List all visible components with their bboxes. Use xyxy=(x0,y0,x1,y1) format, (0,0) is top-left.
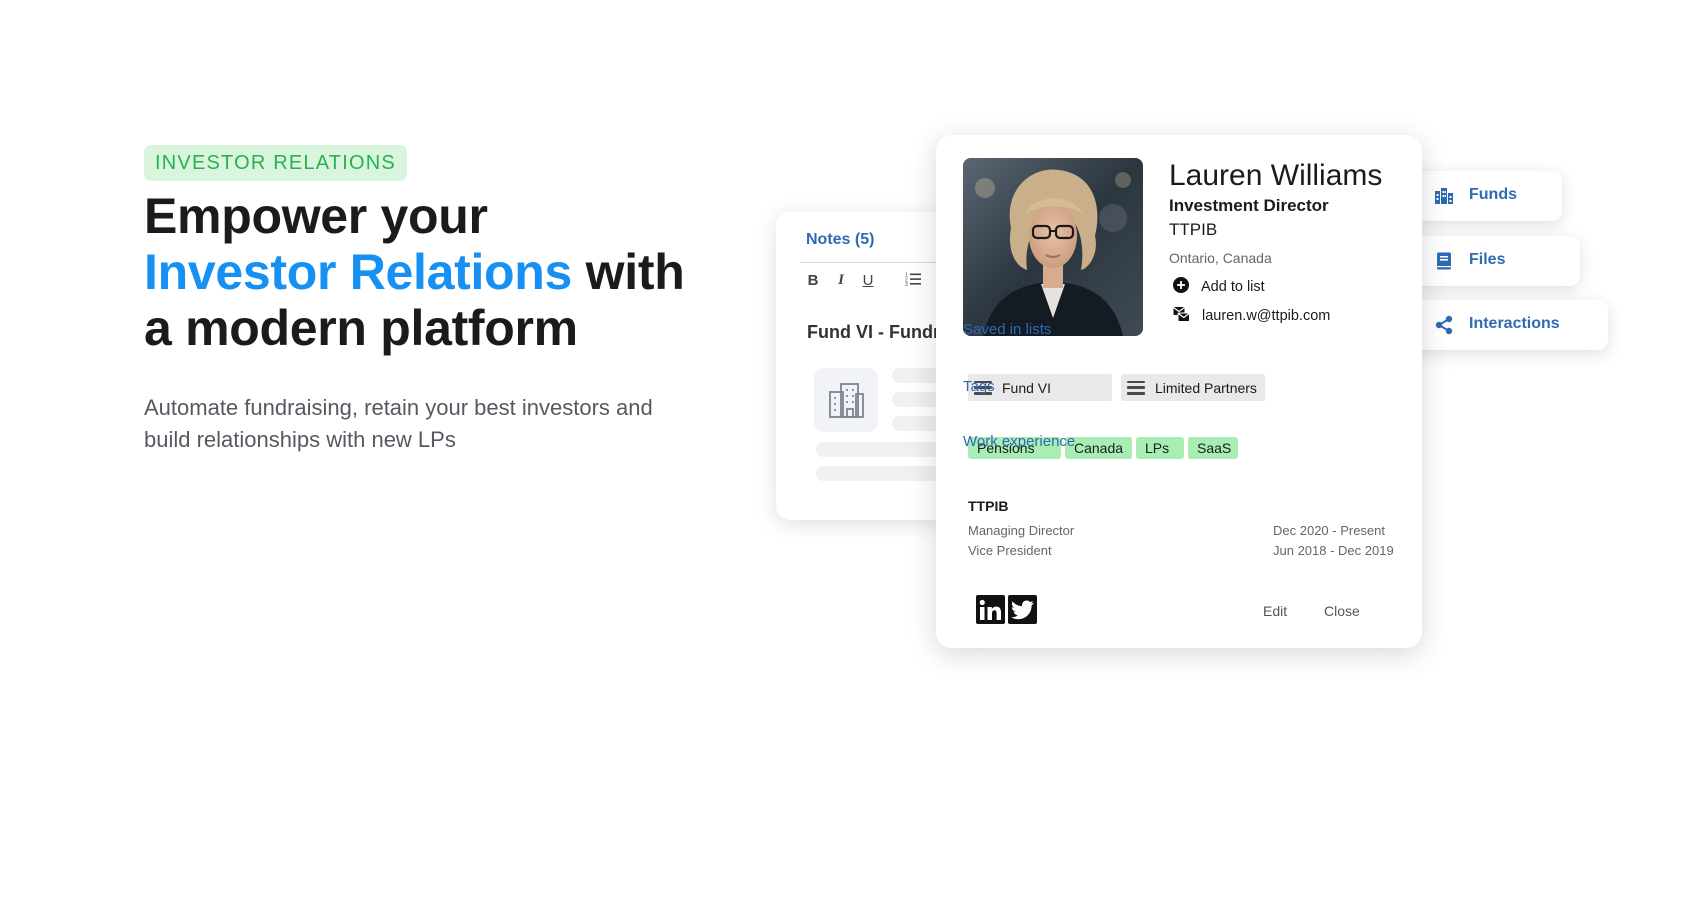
add-to-list-label: Add to list xyxy=(1201,279,1265,295)
headline-line-3: a modern platform xyxy=(144,300,578,356)
svg-text:3: 3 xyxy=(905,282,908,286)
twitter-icon[interactable] xyxy=(1008,595,1037,624)
tab-interactions-label: Interactions xyxy=(1469,315,1560,332)
list-chip-label: Limited Partners xyxy=(1155,379,1257,396)
headline: Empower your Investor Relations with a m… xyxy=(144,188,704,356)
eyebrow-badge: INVESTOR RELATIONS xyxy=(144,145,407,181)
contact-role: Investment Director xyxy=(1169,196,1329,215)
position-title: Managing Director xyxy=(968,523,1075,538)
contact-organization[interactable]: TTPIB xyxy=(1169,220,1217,240)
underline-button[interactable]: U xyxy=(859,272,877,289)
notes-divider xyxy=(800,262,956,263)
headline-line-1: Empower your xyxy=(144,188,488,244)
work-experience-label: Work experience xyxy=(963,433,1076,450)
tag-lps[interactable]: LPs xyxy=(1136,437,1184,459)
list-chip-label: Fund VI xyxy=(1002,379,1052,396)
tags-label: Tags xyxy=(963,378,995,395)
add-to-list-button[interactable]: Add to list xyxy=(1173,277,1265,297)
position-dates: Jun 2018 - Dec 2019 xyxy=(1273,543,1394,558)
tab-files-label: Files xyxy=(1469,251,1506,268)
skeleton-line xyxy=(816,466,956,481)
buildings-icon xyxy=(1434,186,1454,206)
notes-card: Notes (5) B I U 1 2 3 Fund VI - Fundrais… xyxy=(776,212,956,520)
work-experience-company: TTPIB xyxy=(968,498,1009,514)
tag-saas[interactable]: SaaS xyxy=(1188,437,1238,459)
linkedin-icon[interactable] xyxy=(976,595,1005,624)
profile-photo xyxy=(963,158,1143,336)
email-link[interactable]: lauren.w@ttpib.com xyxy=(1173,306,1330,326)
book-icon xyxy=(1434,251,1454,271)
contact-location: Ontario, Canada xyxy=(1169,250,1272,266)
skeleton-line xyxy=(816,442,956,457)
bold-button[interactable]: B xyxy=(804,272,822,289)
saved-in-lists-label: Saved in lists xyxy=(963,321,1052,338)
tab-files[interactable]: Files xyxy=(1404,236,1580,286)
close-button[interactable]: Close xyxy=(1324,603,1360,619)
contact-name: Lauren Williams xyxy=(1169,159,1383,192)
italic-button[interactable]: I xyxy=(832,272,850,289)
position-dates: Dec 2020 - Present xyxy=(1273,523,1386,538)
tab-funds-label: Funds xyxy=(1469,186,1517,203)
work-experience-row: Vice President Jun 2018 - Dec 2019 xyxy=(968,543,1394,558)
ordered-list-icon[interactable]: 1 2 3 xyxy=(904,272,922,290)
building-icon xyxy=(814,368,878,432)
tab-funds[interactable]: Funds xyxy=(1404,171,1562,221)
list-icon xyxy=(1127,380,1145,395)
note-title[interactable]: Fund VI - Fundraising xyxy=(807,322,956,343)
share-icon xyxy=(1434,315,1454,335)
headline-with: with xyxy=(572,244,685,300)
mail-icon xyxy=(1173,306,1190,326)
work-experience-row: Managing Director Dec 2020 - Present xyxy=(968,523,1394,538)
notes-title[interactable]: Notes (5) xyxy=(806,231,874,249)
position-title: Vice President xyxy=(968,543,1052,558)
edit-button[interactable]: Edit xyxy=(1263,603,1287,619)
headline-accent: Investor Relations xyxy=(144,244,573,300)
email-address: lauren.w@ttpib.com xyxy=(1202,308,1331,324)
contact-profile-card: Lauren Williams Investment Director TTPI… xyxy=(936,135,1422,648)
tab-interactions[interactable]: Interactions xyxy=(1404,300,1608,350)
plus-circle-icon xyxy=(1173,277,1189,297)
list-chip-limited-partners[interactable]: Limited Partners xyxy=(1121,374,1265,401)
hero-subtext: Automate fundraising, retain your best i… xyxy=(144,395,653,452)
